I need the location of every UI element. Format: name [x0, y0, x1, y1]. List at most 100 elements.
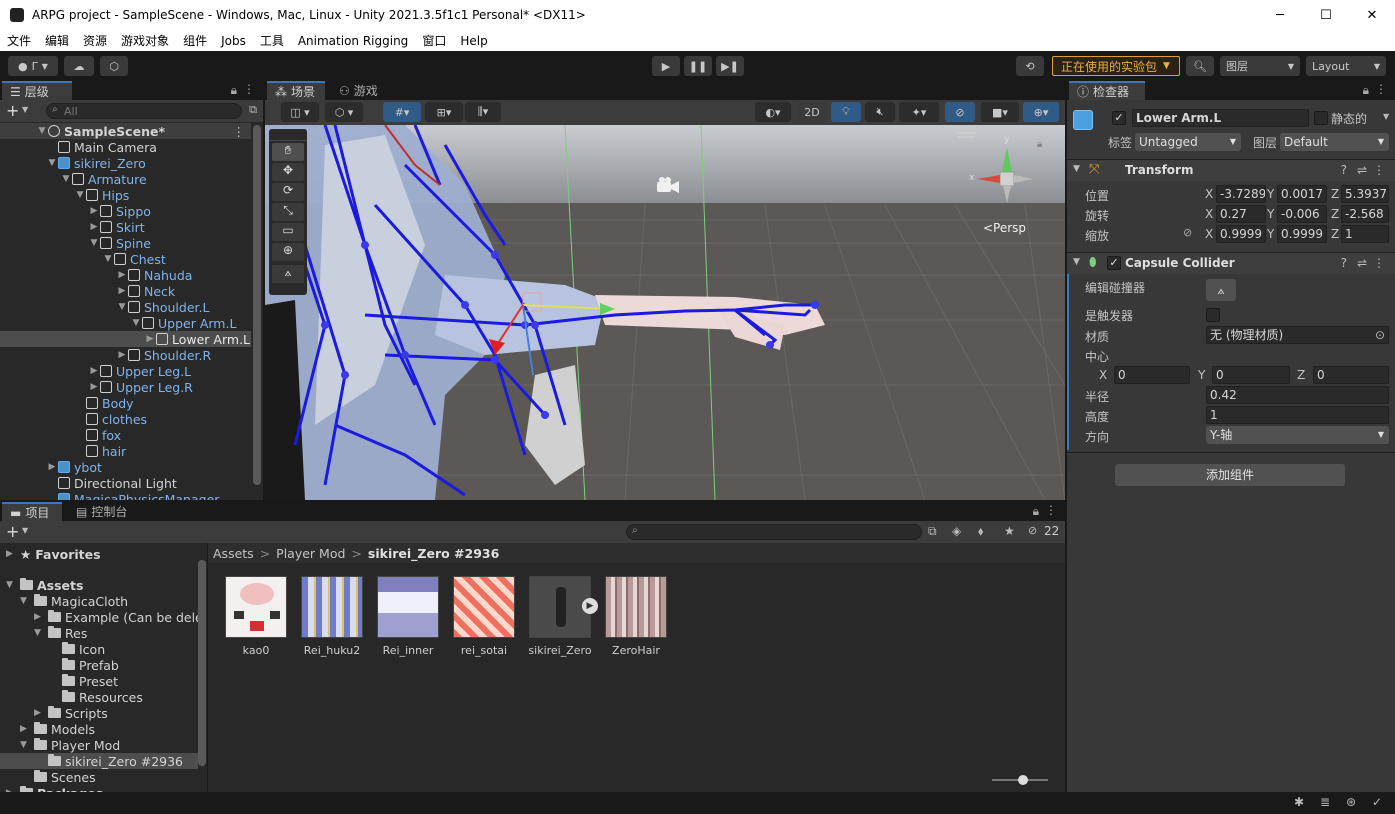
rotation-y-field[interactable]: -0.006	[1277, 205, 1327, 223]
collapsed-arrow-icon[interactable]: ▶	[34, 708, 48, 718]
expanded-arrow-icon[interactable]: ▼	[34, 628, 48, 638]
preset-icon[interactable]: ⇌	[1357, 256, 1367, 270]
link-icon[interactable]: ⊘	[1183, 226, 1192, 239]
expanded-arrow-icon[interactable]: ▼	[102, 254, 114, 264]
debug-icon[interactable]: ✱	[1294, 795, 1304, 809]
2d-toggle-button[interactable]: 2D	[797, 102, 827, 122]
menu-file[interactable]: 文件	[0, 32, 38, 49]
rotation-x-field[interactable]: 0.27	[1216, 205, 1266, 223]
rotate-tool-button[interactable]: ⟳	[272, 183, 304, 201]
hidden-packages-icon[interactable]: ⊘	[1028, 524, 1037, 537]
lock-icon[interactable]: 🔒︎	[1037, 139, 1042, 150]
account-dropdown[interactable]: ● Γ ▼	[8, 56, 58, 76]
palette-drag-handle[interactable]	[269, 129, 307, 141]
hierarchy-item[interactable]: ▶ Upper Leg.L	[0, 363, 251, 379]
tab-hierarchy[interactable]: ☰ 层级	[2, 81, 72, 100]
hand-tool-button[interactable]: ✋︎	[272, 143, 304, 161]
breadcrumb-current[interactable]: sikirei_Zero #2936	[368, 546, 499, 561]
active-checkbox[interactable]: ✓	[1112, 111, 1126, 125]
gizmos-button[interactable]: ⊕▾	[1023, 102, 1059, 122]
scene-visibility-icon[interactable]: ⧉	[249, 103, 257, 117]
asset-item[interactable]: rei_sotai	[452, 576, 516, 657]
radius-field[interactable]: 0.42	[1206, 386, 1389, 404]
collapsed-arrow-icon[interactable]: ▶	[34, 612, 48, 622]
asset-item[interactable]: Rei_inner	[376, 576, 440, 657]
menu-animation-rigging[interactable]: Animation Rigging	[291, 34, 415, 48]
filter-type-icon[interactable]: ◈	[952, 524, 961, 538]
asset-item[interactable]: ▶ sikirei_Zero	[528, 576, 598, 657]
layers-dropdown[interactable]: 图层 ▼	[1220, 56, 1300, 76]
material-field[interactable]: 无 (物理材质) ⊙	[1206, 326, 1389, 344]
minimize-button[interactable]: ─	[1257, 0, 1303, 30]
preset-icon[interactable]: ⇌	[1357, 163, 1367, 177]
project-folder-row[interactable]: ▼ MagicaCloth	[20, 593, 128, 609]
position-y-field[interactable]: 0.0017	[1277, 185, 1327, 203]
hierarchy-item[interactable]: Main Camera	[0, 139, 251, 155]
hidden-objects-toggle-button[interactable]: ⊘	[945, 102, 975, 122]
collapsed-arrow-icon[interactable]: ▶	[88, 382, 100, 392]
hierarchy-item[interactable]: ▶ Shoulder.R	[0, 347, 251, 363]
expanded-arrow-icon[interactable]: ▼	[20, 740, 34, 750]
static-checkbox[interactable]	[1314, 111, 1328, 125]
scale-z-field[interactable]: 1	[1341, 225, 1389, 243]
asset-item[interactable]: kao0	[224, 576, 288, 657]
project-folder-row[interactable]: ▶Packages	[6, 785, 103, 792]
collapsed-arrow-icon[interactable]: ▶	[6, 549, 20, 559]
grid-snap-button[interactable]: #▾	[383, 102, 421, 122]
favorite-star-icon[interactable]: ★	[1004, 524, 1015, 538]
chevron-down-icon[interactable]: ▼	[1383, 112, 1389, 121]
auto-generate-lighting-icon[interactable]: ✓	[1372, 795, 1382, 809]
hierarchy-item[interactable]: ▼ Upper Arm.L	[0, 315, 251, 331]
hierarchy-item[interactable]: ▶ Nahuda	[0, 267, 251, 283]
hierarchy-item[interactable]: Body	[0, 395, 251, 411]
expanded-arrow-icon[interactable]: ▼	[36, 126, 48, 136]
help-icon[interactable]: ?	[1341, 163, 1347, 177]
hierarchy-item[interactable]: fox	[0, 427, 251, 443]
hierarchy-item[interactable]: ▶ Upper Leg.R	[0, 379, 251, 395]
project-folder-row[interactable]: ▶ Example (Can be delet	[34, 609, 206, 625]
center-y-field[interactable]: 0	[1212, 366, 1290, 384]
project-folder-row[interactable]: ▼ Player Mod	[20, 737, 120, 753]
hierarchy-item[interactable]: ▶ Neck	[0, 283, 251, 299]
object-name-field[interactable]: Lower Arm.L	[1132, 109, 1309, 127]
tab-console[interactable]: ▤ 控制台	[68, 502, 140, 521]
more-options-icon[interactable]: ⋮	[1373, 163, 1385, 177]
project-folder-row[interactable]: Preset	[48, 673, 118, 689]
collab-button[interactable]: ⬡	[100, 56, 128, 76]
hierarchy-item[interactable]: hair	[0, 443, 251, 459]
collapsed-arrow-icon[interactable]: ▶	[144, 334, 156, 344]
more-options-icon[interactable]: ⋮	[1373, 256, 1385, 270]
hierarchy-item[interactable]: ▼ sikirei_Zero	[0, 155, 251, 171]
help-icon[interactable]: ?	[1341, 256, 1347, 270]
hierarchy-item[interactable]: clothes	[0, 411, 251, 427]
lock-icon[interactable]: 🔒︎	[1033, 504, 1039, 519]
menu-tools[interactable]: 工具	[253, 32, 291, 49]
menu-window[interactable]: 窗口	[415, 32, 453, 49]
collapsed-arrow-icon[interactable]: ▶	[116, 286, 128, 296]
project-folder-row[interactable]: ▼ Res	[34, 625, 87, 641]
project-tree-scrollbar[interactable]	[198, 560, 206, 766]
pause-button[interactable]: ❚❚	[684, 56, 712, 76]
scene-root-row[interactable]: ▼ SampleScene* ⋮	[0, 123, 251, 139]
capsule-collider-header[interactable]: ▼ ⬮ ✓ Capsule Collider ? ⇌ ⋮	[1067, 252, 1395, 274]
search-scope-icon[interactable]: ⧉	[928, 524, 937, 539]
hierarchy-item[interactable]: ▼ Armature	[0, 171, 251, 187]
expanded-arrow-icon[interactable]: ▼	[6, 580, 20, 590]
filter-label-icon[interactable]: ⬧	[978, 524, 983, 539]
collapsed-arrow-icon[interactable]: ▶	[88, 222, 100, 232]
hierarchy-item[interactable]: ▶ Lower Arm.L	[0, 331, 251, 347]
menu-edit[interactable]: 编辑	[38, 32, 76, 49]
transform-header[interactable]: ▼ ⤧ Transform ? ⇌ ⋮	[1067, 159, 1395, 181]
increment-snap-button[interactable]: ⊞▾	[425, 102, 463, 122]
custom-tool-button[interactable]: ⟑	[272, 265, 304, 283]
direction-dropdown[interactable]: Y-轴 ▼	[1206, 426, 1389, 444]
project-folder-row[interactable]: Icon	[48, 641, 105, 657]
search-button[interactable]: 🔍︎	[1186, 56, 1214, 76]
scene-viewport[interactable]: x y <Persp 🔒︎ ✋︎ ✥ ⟳ ⤡ ▭ ⊕ ⟑	[265, 125, 1065, 500]
play-button[interactable]: ▶	[652, 56, 680, 76]
project-folder-row[interactable]: ▼ Assets	[6, 577, 83, 593]
add-component-button[interactable]: 添加组件	[1115, 464, 1345, 486]
expanded-arrow-icon[interactable]: ▼	[130, 318, 142, 328]
tag-dropdown[interactable]: Untagged ▼	[1135, 133, 1241, 151]
is-trigger-checkbox[interactable]	[1206, 308, 1220, 322]
